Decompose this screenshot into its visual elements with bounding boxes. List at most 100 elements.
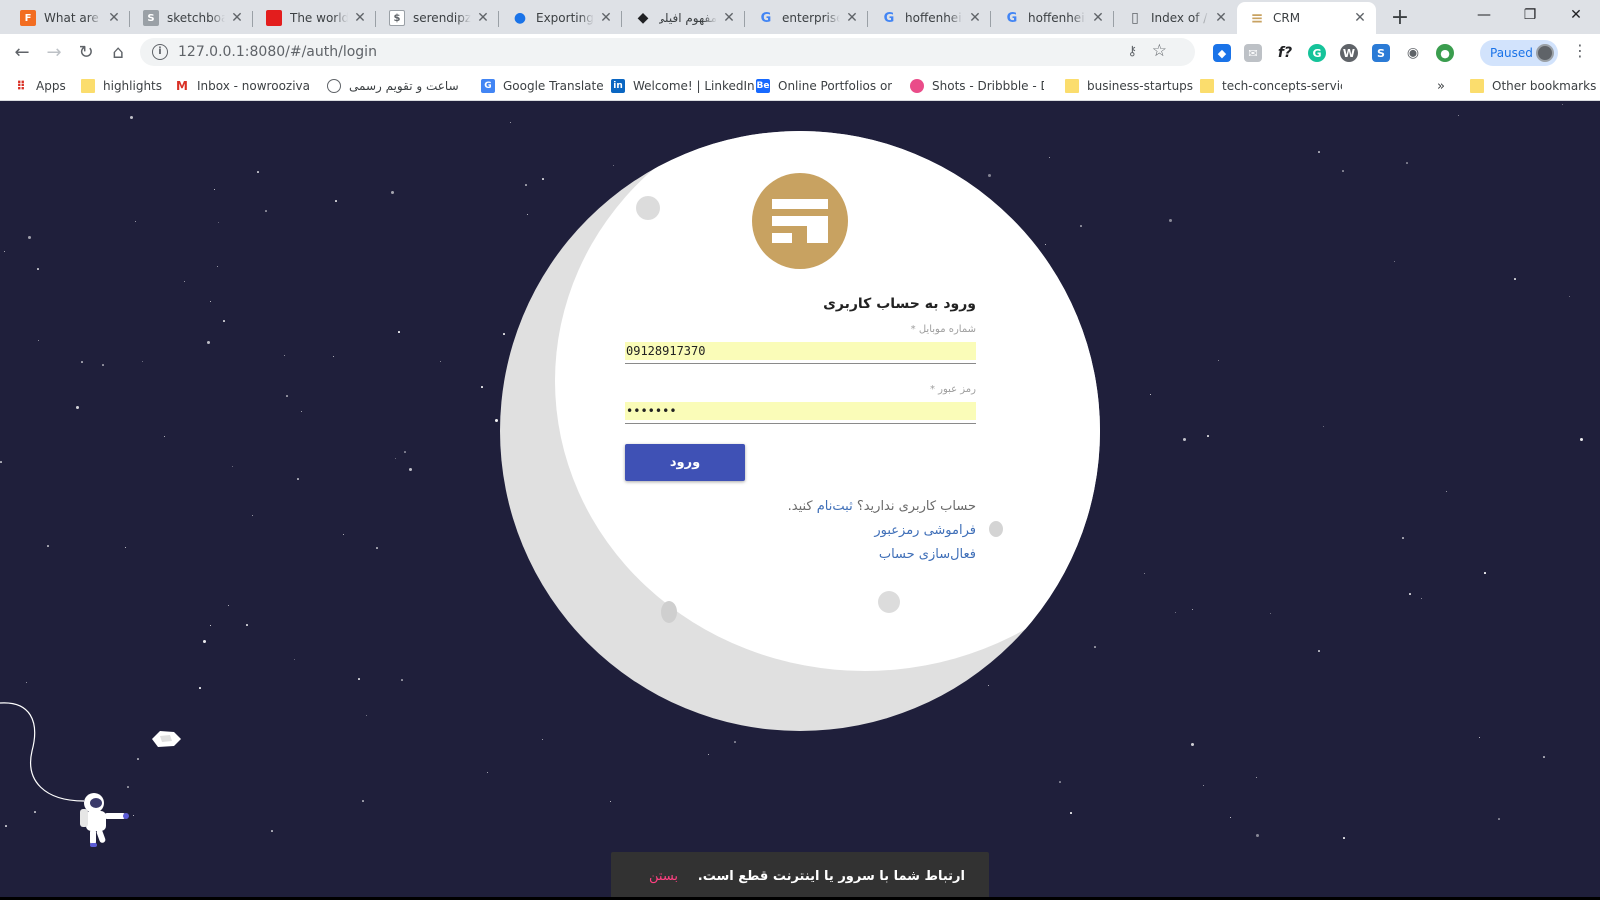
restore-icon[interactable]: ❐ xyxy=(1507,0,1553,30)
tab[interactable]: ◆ مفهوم افیلی ✕ xyxy=(623,2,745,34)
mobile-label: شماره موبایل * xyxy=(910,324,976,335)
star xyxy=(1569,296,1570,297)
tab[interactable]: $ serendipz.co ✕ xyxy=(377,2,499,34)
extension-grammarly-icon[interactable]: G xyxy=(1308,44,1326,62)
tab-title: Exporting t xyxy=(536,11,594,25)
bookmark-item[interactable]: M Inbox - nowroozivahi xyxy=(175,76,311,96)
star xyxy=(184,281,185,282)
site-info-icon[interactable]: i xyxy=(152,44,168,60)
star xyxy=(210,625,211,626)
extension-s-icon[interactable]: S xyxy=(1372,44,1390,62)
star xyxy=(404,451,406,453)
bookmark-item[interactable]: Be Online Portfolios on B xyxy=(756,76,892,96)
extension-mail-icon[interactable]: ✉ xyxy=(1244,44,1262,62)
tab[interactable]: G hoffenheim ✕ xyxy=(869,2,991,34)
tab[interactable]: ● Exporting t ✕ xyxy=(500,2,622,34)
tab[interactable]: F What are Ex ✕ xyxy=(8,2,130,34)
bookmark-label: Inbox - nowroozivahi xyxy=(197,79,311,93)
login-button[interactable]: ورود xyxy=(625,444,745,481)
close-icon[interactable]: ✕ xyxy=(352,10,368,26)
extension-fonts-icon[interactable]: f? xyxy=(1276,44,1294,62)
home-icon[interactable]: ⌂ xyxy=(104,38,132,66)
star xyxy=(137,758,139,760)
star xyxy=(1183,438,1186,441)
no-account-text: حساب کاربری ندارید؟ xyxy=(856,499,976,514)
extension-globe-icon[interactable]: ● xyxy=(1436,44,1454,62)
snackbar-close-button[interactable]: بستن xyxy=(649,869,678,884)
forward-icon[interactable]: → xyxy=(40,38,68,66)
bookmark-item[interactable]: ساعت و تقویم رسمی xyxy=(327,76,459,96)
tab[interactable]: G hoffenheim ✕ xyxy=(992,2,1114,34)
star xyxy=(1150,394,1151,395)
extension-shield-icon[interactable]: ◆ xyxy=(1213,44,1231,62)
activate-account-link[interactable]: فعال‌سازی حساب xyxy=(879,547,976,562)
star xyxy=(1498,818,1500,820)
bookmark-folder[interactable]: tech-concepts-service xyxy=(1200,76,1342,96)
star xyxy=(1484,572,1486,574)
login-form: ورود به حساب کاربری شماره موبایل * رمز ع… xyxy=(625,296,976,567)
folder-icon xyxy=(81,79,95,93)
url-text: 127.0.0.1:8080/#/auth/login xyxy=(178,44,377,60)
tab-title: serendipz.co xyxy=(413,11,471,25)
star xyxy=(1144,573,1145,574)
star xyxy=(265,210,267,212)
folder-icon xyxy=(1065,79,1079,93)
close-icon[interactable]: ✕ xyxy=(967,10,983,26)
star xyxy=(1318,151,1320,153)
password-input[interactable] xyxy=(625,402,976,420)
close-icon[interactable]: ✕ xyxy=(1090,10,1106,26)
close-icon[interactable]: ✕ xyxy=(1352,10,1368,26)
bookmark-item[interactable]: G Google Translate xyxy=(481,76,604,96)
bookmark-item[interactable]: Shots - Dribbble - Dr xyxy=(910,76,1044,96)
crater xyxy=(878,591,900,613)
signup-link[interactable]: ثبت‌نام xyxy=(817,499,853,514)
reload-icon[interactable]: ↻ xyxy=(72,38,100,66)
bookmark-label: Welcome! | LinkedIn xyxy=(633,79,755,93)
bookmark-label: highlights xyxy=(103,79,163,93)
back-icon[interactable]: ← xyxy=(8,38,36,66)
tab[interactable]: S sketchboard ✕ xyxy=(131,2,253,34)
bookmark-folder[interactable]: business-startups xyxy=(1065,76,1193,96)
close-icon[interactable]: ✕ xyxy=(106,10,122,26)
tab-title: hoffenheim xyxy=(905,11,963,25)
mobile-input[interactable] xyxy=(625,342,976,360)
close-icon[interactable]: ✕ xyxy=(1213,10,1229,26)
star xyxy=(47,545,49,547)
tab[interactable]: G enterprise c ✕ xyxy=(746,2,868,34)
extension-w-icon[interactable]: W xyxy=(1340,44,1358,62)
star xyxy=(1191,743,1194,746)
bookmark-star-icon[interactable]: ☆ xyxy=(1152,41,1167,61)
other-bookmarks[interactable]: Other bookmarks xyxy=(1470,76,1596,96)
forgot-password-link[interactable]: فراموشی رمزعبور xyxy=(874,523,976,538)
astronaut-illustration xyxy=(80,793,129,847)
profile-button[interactable]: Paused xyxy=(1480,40,1558,66)
favicon-icon: ▯ xyxy=(1131,10,1139,26)
clock-icon xyxy=(327,79,341,93)
bookmark-label: Other bookmarks xyxy=(1492,79,1597,93)
tab-active[interactable]: ≡ CRM ✕ xyxy=(1237,2,1376,34)
address-bar[interactable]: i 127.0.0.1:8080/#/auth/login ⚷ ☆ xyxy=(140,38,1195,66)
star xyxy=(28,236,31,239)
close-icon[interactable]: ✕ xyxy=(229,10,245,26)
bookmark-apps[interactable]: ⠿ Apps xyxy=(14,76,65,96)
minimize-icon[interactable]: — xyxy=(1461,0,1507,30)
crm-logo xyxy=(752,173,848,269)
tab[interactable]: The world's ✕ xyxy=(254,2,376,34)
close-icon[interactable]: ✕ xyxy=(598,10,614,26)
bookmark-item[interactable]: in Welcome! | LinkedIn xyxy=(611,76,755,96)
extension-camera-icon[interactable]: ◉ xyxy=(1404,44,1422,62)
key-icon[interactable]: ⚷ xyxy=(1127,44,1137,59)
close-icon[interactable]: ✕ xyxy=(475,10,491,26)
tab[interactable]: ▯ Index of / ✕ xyxy=(1115,2,1237,34)
bookmarks-overflow-button[interactable]: » xyxy=(1437,76,1445,96)
star xyxy=(286,395,288,397)
close-window-icon[interactable]: ✕ xyxy=(1553,0,1599,30)
bookmark-folder[interactable]: highlights xyxy=(81,76,162,96)
menu-icon[interactable]: ⋮ xyxy=(1572,43,1588,59)
star xyxy=(1203,785,1204,786)
star xyxy=(1094,646,1096,648)
star xyxy=(1218,360,1219,361)
new-tab-button[interactable]: + xyxy=(1386,5,1414,33)
close-icon[interactable]: ✕ xyxy=(844,10,860,26)
close-icon[interactable]: ✕ xyxy=(721,10,737,26)
